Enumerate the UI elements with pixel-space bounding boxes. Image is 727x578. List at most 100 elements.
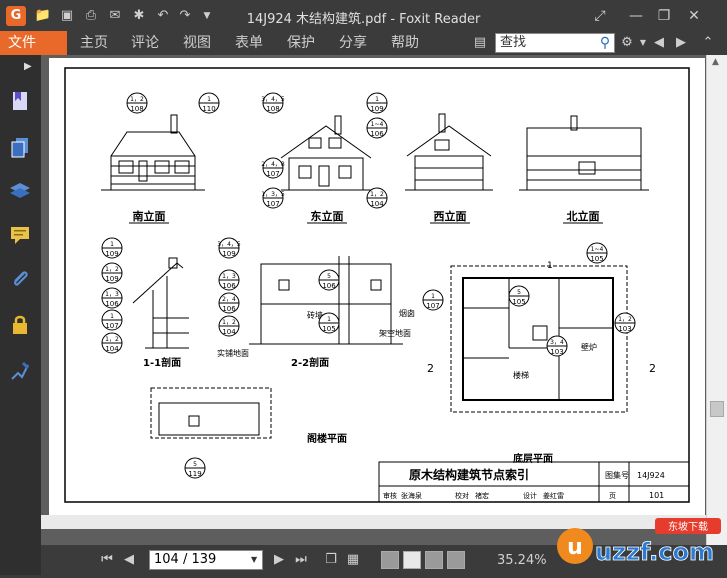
callout-bubble: 1，2104 [218,315,240,337]
title-bar: G 📁 ▣ ⎙ ✉ ✱ ↶ ↷ ▼ 14J924 木结构建筑.pdf - Fox… [0,0,727,31]
uzzf-watermark: u 东坡下载 uzzf.com [555,516,725,574]
callout-detail-no: 1，3 [105,291,119,298]
callout-bubble: 1107 [101,309,123,331]
callout-detail-no: 5 [193,461,197,468]
ribbon-menu: 文件 主页 评论 视图 表单 保护 分享 帮助 ▤ 查找 ⚲ ⚙ ▼ ◀ ▶ ⌃ [0,31,727,55]
callout-detail-no: 1 [375,96,379,103]
callout-page-no: 119 [188,470,201,478]
continuous-view-icon[interactable] [403,551,421,569]
title-block-review: 审核 [383,491,397,500]
callout-bubble: 1，2108 [126,92,148,114]
attachments-icon[interactable] [8,267,32,291]
callout-page-no: 105 [512,298,525,306]
callout-page-no: 104 [222,328,236,336]
callout-bubble: 5106 [318,269,340,291]
callout-page-no: 108 [130,105,143,113]
callout-detail-no: 1，2 [222,319,236,326]
callout-bubble: 1107 [422,289,444,311]
view-title-section-1: 1-1剖面 [143,356,181,369]
callout-page-no: 105 [322,325,335,333]
file-tab[interactable]: 文件 [0,31,67,55]
callout-page-no: 105 [590,255,603,263]
callout-detail-no: 2，4，8 [261,161,285,168]
tab-share[interactable]: 分享 [339,34,367,52]
callout-detail-no: 1 [207,96,211,103]
fullscreen-icon[interactable]: ⤢ [588,6,612,26]
bookmark-icon[interactable] [8,89,32,113]
prev-page-icon[interactable]: ◀ [121,552,137,568]
svg-text:u: u [567,535,583,560]
settings-icon[interactable]: ⚙ [619,35,635,51]
callout-detail-no: 1 [110,241,114,248]
callout-page-no: 106 [222,305,236,313]
security-icon[interactable] [8,313,32,337]
scroll-up-icon[interactable]: ▲ [712,57,719,67]
page-number-input[interactable]: 104 / 139 [149,550,263,570]
window-title: 14J924 木结构建筑.pdf - Foxit Reader [246,12,481,27]
first-page-icon[interactable]: ⏮ [99,552,115,568]
callout-detail-no: 3，4，5 [217,241,241,248]
south-elevation [101,114,205,191]
page-dropdown-icon[interactable]: ▼ [251,550,263,570]
tab-help[interactable]: 帮助 [391,34,419,52]
restore-icon[interactable]: ❐ [652,6,676,26]
title-block-page-label: 页 [609,492,616,500]
scroll-thumb[interactable] [710,401,724,417]
vertical-scrollbar[interactable]: ▲ [706,55,727,545]
tab-protect[interactable]: 保护 [287,34,315,52]
zoom-level[interactable]: 35.24% [497,553,547,568]
view-title-attic: 阁楼平面 [307,432,347,445]
callout-detail-no: 1~4 [591,246,604,253]
callout-bubble: 1，3，5 107 [261,187,285,209]
label-solid-floor: 实铺地面 [217,348,249,358]
expand-panel-icon[interactable]: ▶ [24,61,36,73]
callout-bubble: 1，2109 [101,262,123,284]
tab-view[interactable]: 视图 [183,34,211,52]
layers-icon[interactable] [8,179,32,203]
next-page-icon[interactable]: ▶ [271,552,287,568]
label-chimney: 烟囱 [399,308,415,318]
callout-detail-no: 5 [327,273,331,280]
comments-icon[interactable] [8,223,32,247]
callout-page-no: 107 [426,302,439,310]
callout-page-no: 103 [550,348,563,356]
copy-icon[interactable]: ❐ [323,552,339,568]
callout-bubble: 1109 [101,237,123,259]
continuous-facing-view-icon[interactable] [447,551,465,569]
pages-icon[interactable] [8,135,32,159]
callout-detail-no: 1 [110,313,114,320]
callout-page-no: 109 [370,105,383,113]
callout-bubble: 5119 [184,457,206,479]
search-icon[interactable]: ⚲ [596,34,614,52]
callout-bubble: 1110 [198,92,220,114]
settings-dropdown-icon[interactable]: ▼ [635,35,651,51]
navigation-panel: ▶ [0,55,41,575]
tab-comment[interactable]: 评论 [131,34,159,52]
grid-icon[interactable]: ▦ [345,552,361,568]
title-block-atlas-label: 图集号 [605,470,629,480]
forward-icon[interactable]: ▶ [673,35,689,51]
tab-home[interactable]: 主页 [80,34,108,52]
last-page-icon[interactable]: ⏭ [293,552,309,568]
signature-icon[interactable] [8,359,32,383]
callout-detail-no: 1，2 [618,316,632,323]
callout-detail-no: 1 [431,293,435,300]
facing-view-icon[interactable] [425,551,443,569]
west-elevation [405,113,493,191]
callout-bubble: 1，2104 [366,187,388,209]
section-1-1 [132,257,189,349]
ground-floor-plan [450,265,628,413]
minimize-icon[interactable]: — [624,6,648,26]
callout-page-no: 109 [105,275,118,283]
callout-page-no: 107 [266,170,279,178]
view-title-section-2: 2-2剖面 [291,356,329,369]
back-icon[interactable]: ◀ [651,35,667,51]
callout-detail-no: 1，2 [105,336,119,343]
collapse-ribbon-icon[interactable]: ⌃ [700,35,716,51]
callout-bubble: 5105 [508,285,530,307]
tab-form[interactable]: 表单 [235,34,263,52]
find-options-icon[interactable]: ▤ [472,35,488,51]
pdf-page[interactable]: 南立面 东立面 西立面 北立面 1-1剖面 2-2剖面 砖墙 烟囱 架空地面 实… [49,58,705,515]
close-icon[interactable]: ✕ [682,6,706,26]
single-page-view-icon[interactable] [381,551,399,569]
